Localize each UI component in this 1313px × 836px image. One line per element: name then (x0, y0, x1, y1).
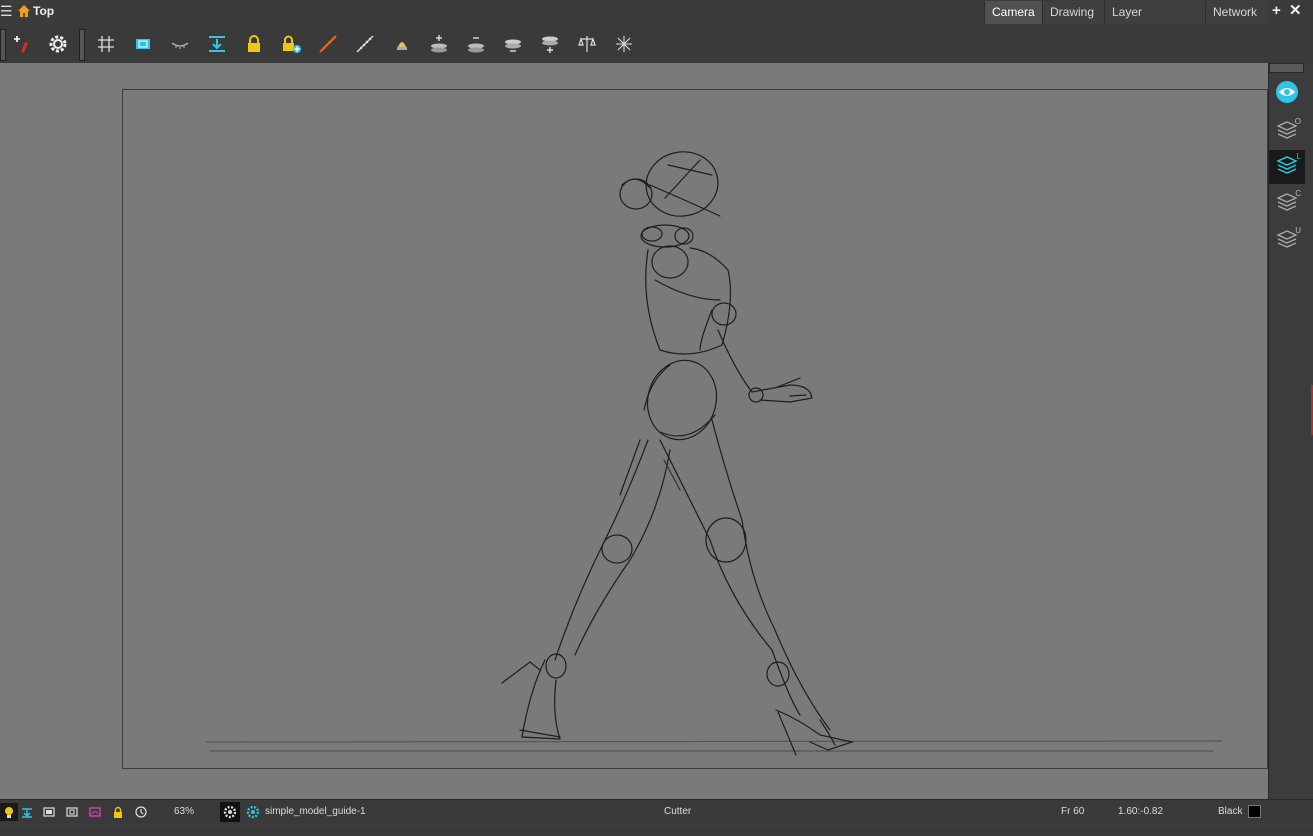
toolbar-grip[interactable] (0, 29, 6, 61)
layer-add-icon[interactable] (426, 31, 452, 57)
orange-ruler-icon[interactable] (315, 31, 341, 57)
safe-area-icon[interactable] (40, 803, 58, 821)
toolbar-separator (79, 29, 85, 61)
status-lock-icon[interactable] (109, 803, 127, 821)
layer-badge-l: L (1296, 152, 1301, 161)
current-drawing-name: simple_model_guide-1 (265, 806, 366, 817)
bottom-splitter[interactable] (0, 825, 1313, 836)
field-guide-icon[interactable] (63, 803, 81, 821)
lamp-icon[interactable] (389, 31, 415, 57)
layer-badge-u: U (1295, 226, 1301, 235)
scale-arrows-icon[interactable] (611, 31, 637, 57)
drawing-sun-icon[interactable] (244, 803, 262, 821)
character-sketch[interactable] (0, 63, 1268, 799)
layer-stack-add-icon[interactable] (537, 31, 563, 57)
onion-skin-icon[interactable] (167, 31, 193, 57)
cursor-coordinates: 1.60:-0.82 (1118, 806, 1164, 817)
balance-icon[interactable] (574, 31, 600, 57)
eye-icon[interactable] (1269, 75, 1305, 109)
layer-badge-o: O (1294, 117, 1301, 126)
home-icon (16, 3, 32, 19)
drawing-tool-gear-icon[interactable] (220, 802, 240, 822)
lock-icon[interactable] (241, 31, 267, 57)
tab-camera[interactable]: Camera (984, 1, 1042, 24)
frame-number: Fr 60 (1061, 806, 1085, 817)
layer-stack-o-icon[interactable]: O (1269, 115, 1305, 149)
light-table-icon[interactable] (0, 803, 18, 821)
view-menu-icon[interactable]: ☰ (0, 2, 13, 20)
current-color-name: Black (1218, 806, 1243, 817)
current-color-swatch[interactable] (1248, 805, 1261, 818)
layer-badge-c: C (1295, 189, 1301, 198)
tab-layer-properties[interactable]: Layer Properties (1104, 1, 1205, 42)
lock-add-icon[interactable] (278, 31, 304, 57)
layer-stack-c-icon[interactable]: C (1269, 187, 1305, 221)
pencil-add-icon[interactable] (8, 31, 34, 57)
side-panel-scroll-handle[interactable] (1269, 63, 1304, 73)
zoom-level[interactable]: 63% (174, 806, 194, 818)
camera-safe-icon[interactable] (130, 31, 156, 57)
close-view-button[interactable]: ✕ (1289, 2, 1302, 22)
import-drawing-icon[interactable] (204, 31, 230, 57)
add-view-button[interactable]: + (1272, 2, 1284, 22)
layer-stack-u-icon[interactable]: U (1269, 224, 1305, 258)
layer-stack-l-icon[interactable]: L (1269, 150, 1305, 184)
enable-disable-icon[interactable] (18, 803, 36, 821)
status-bar (0, 799, 1313, 826)
white-ruler-icon[interactable] (352, 31, 378, 57)
current-tool-name: Cutter (664, 806, 692, 817)
tab-network[interactable]: Network (1205, 1, 1268, 24)
layer-stack-icon[interactable] (500, 31, 526, 57)
gear-icon[interactable] (45, 31, 71, 57)
magenta-frame-icon[interactable] (86, 803, 104, 821)
reset-view-icon[interactable] (132, 803, 150, 821)
grid-icon[interactable] (93, 31, 119, 57)
view-title: Top (33, 4, 55, 18)
layer-remove-icon[interactable] (463, 31, 489, 57)
camera-toolbar (0, 25, 1313, 64)
tab-drawing[interactable]: Drawing (1042, 1, 1104, 24)
